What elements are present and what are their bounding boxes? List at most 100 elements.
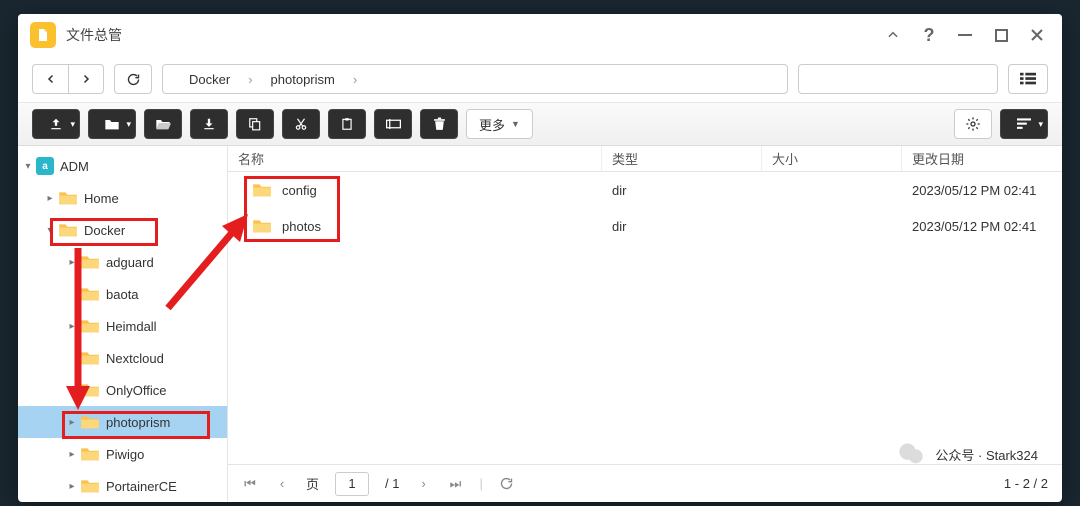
expander-icon[interactable]: ▸ <box>66 449 78 460</box>
tree-label: Nextcloud <box>106 351 164 366</box>
chevron-down-icon: ▼ <box>511 119 520 129</box>
page-first-button[interactable]: ⏮ <box>242 476 258 492</box>
file-type: dir <box>602 183 762 198</box>
tree-label: OnlyOffice <box>106 383 166 398</box>
breadcrumb[interactable]: Docker › photoprism › <box>162 64 788 94</box>
search-field[interactable] <box>798 64 998 94</box>
help-button[interactable]: ? <box>916 22 942 48</box>
forward-button[interactable] <box>68 64 104 94</box>
expander-icon[interactable]: ▾ <box>22 161 34 172</box>
folder-icon <box>58 190 78 206</box>
expander-icon[interactable]: ▸ <box>66 321 78 332</box>
folder-icon <box>252 182 272 198</box>
toolbar: 更多▼ <box>18 102 1062 146</box>
window-title: 文件总管 <box>66 25 870 45</box>
file-type: dir <box>602 219 762 234</box>
expander-icon[interactable]: ▸ <box>66 385 78 396</box>
folder-icon <box>80 414 100 430</box>
tree-item[interactable]: baota <box>18 278 227 310</box>
folder-icon <box>80 446 100 462</box>
minimize-button[interactable] <box>952 22 978 48</box>
folder-icon <box>80 350 100 366</box>
tree-label: adguard <box>106 255 154 270</box>
file-name: config <box>282 183 317 198</box>
copy-button[interactable] <box>236 109 274 139</box>
tree-item[interactable]: ▾ Docker <box>18 214 227 246</box>
tree-label: Heimdall <box>106 319 157 334</box>
expander-icon[interactable]: ▸ <box>66 257 78 268</box>
tree-label: ADM <box>60 159 89 174</box>
delete-button[interactable] <box>420 109 458 139</box>
more-button[interactable]: 更多▼ <box>466 109 533 139</box>
folder-icon <box>80 318 100 334</box>
col-date[interactable]: 更改日期 <box>902 146 1062 171</box>
chevron-right-icon: › <box>353 72 357 87</box>
breadcrumb-item[interactable]: photoprism <box>253 72 353 87</box>
folder-icon <box>80 286 100 302</box>
search-input[interactable] <box>813 72 989 87</box>
collapse-button[interactable] <box>880 22 906 48</box>
expander-icon[interactable]: ▸ <box>44 193 56 204</box>
page-input[interactable] <box>335 472 369 496</box>
tree-item[interactable]: ▸ PortainerCE <box>18 470 227 502</box>
new-folder-button[interactable] <box>88 109 136 139</box>
col-size[interactable]: 大小 <box>762 146 902 171</box>
folder-icon <box>80 382 100 398</box>
pager: ⏮ ‹ 页 / 1 › ⏭ | 1 - 2 / 2 <box>228 464 1062 502</box>
tree-item[interactable]: ▸ Heimdall <box>18 310 227 342</box>
page-prev-button[interactable]: ‹ <box>274 476 290 491</box>
tree-root[interactable]: ▾ a ADM <box>18 150 227 182</box>
expander-icon[interactable]: ▾ <box>44 225 56 236</box>
app-icon <box>30 22 56 48</box>
page-refresh-button[interactable] <box>499 476 515 491</box>
download-button[interactable] <box>190 109 228 139</box>
tree-item[interactable]: Nextcloud <box>18 342 227 374</box>
page-total: / 1 <box>385 476 399 491</box>
close-button[interactable] <box>1024 22 1050 48</box>
tree-label: photoprism <box>106 415 170 430</box>
page-range: 1 - 2 / 2 <box>1004 476 1048 491</box>
folder-icon <box>80 478 100 494</box>
col-type[interactable]: 类型 <box>602 146 762 171</box>
settings-button[interactable] <box>954 109 992 139</box>
file-list: config dir 2023/05/12 PM 02:41 photos dir 202… <box>228 172 1062 464</box>
file-date: 2023/05/12 PM 02:41 <box>902 183 1062 198</box>
column-headers: 名称 类型 大小 更改日期 <box>228 146 1062 172</box>
folder-icon <box>58 222 78 238</box>
tree-item[interactable]: ▸ OnlyOffice <box>18 374 227 406</box>
file-name: photos <box>282 219 321 234</box>
refresh-button[interactable] <box>114 64 152 94</box>
file-date: 2023/05/12 PM 02:41 <box>902 219 1062 234</box>
back-button[interactable] <box>32 64 68 94</box>
folder-icon <box>80 254 100 270</box>
breadcrumb-item[interactable]: Docker <box>171 72 248 87</box>
file-row[interactable]: config dir 2023/05/12 PM 02:41 <box>228 172 1062 208</box>
page-label: 页 <box>306 474 319 493</box>
tree-label: Home <box>84 191 119 206</box>
sort-button[interactable] <box>1000 109 1048 139</box>
folder-icon <box>252 218 272 234</box>
sidebar-tree: ▾ a ADM ▸ Home ▾ Docker ▸ adguard baota ▸ Heimda… <box>18 146 228 502</box>
tree-item[interactable]: ▸ Piwigo <box>18 438 227 470</box>
tree-item[interactable]: ▸ Home <box>18 182 227 214</box>
tree-label: PortainerCE <box>106 479 177 494</box>
col-name[interactable]: 名称 <box>228 146 602 171</box>
tree-item[interactable]: ▸ photoprism <box>18 406 227 438</box>
file-row[interactable]: photos dir 2023/05/12 PM 02:41 <box>228 208 1062 244</box>
tree-label: Piwigo <box>106 447 144 462</box>
view-toggle-button[interactable] <box>1008 64 1048 94</box>
upload-button[interactable] <box>32 109 80 139</box>
expander-icon[interactable]: ▸ <box>66 481 78 492</box>
nav-row: Docker › photoprism › <box>18 56 1062 102</box>
adm-icon: a <box>36 157 54 175</box>
page-last-button[interactable]: ⏭ <box>447 476 463 492</box>
maximize-button[interactable] <box>988 22 1014 48</box>
tree-label: Docker <box>84 223 125 238</box>
expander-icon[interactable]: ▸ <box>66 417 78 428</box>
page-next-button[interactable]: › <box>415 476 431 491</box>
open-button[interactable] <box>144 109 182 139</box>
cut-button[interactable] <box>282 109 320 139</box>
paste-button[interactable] <box>328 109 366 139</box>
tree-item[interactable]: ▸ adguard <box>18 246 227 278</box>
rename-button[interactable] <box>374 109 412 139</box>
